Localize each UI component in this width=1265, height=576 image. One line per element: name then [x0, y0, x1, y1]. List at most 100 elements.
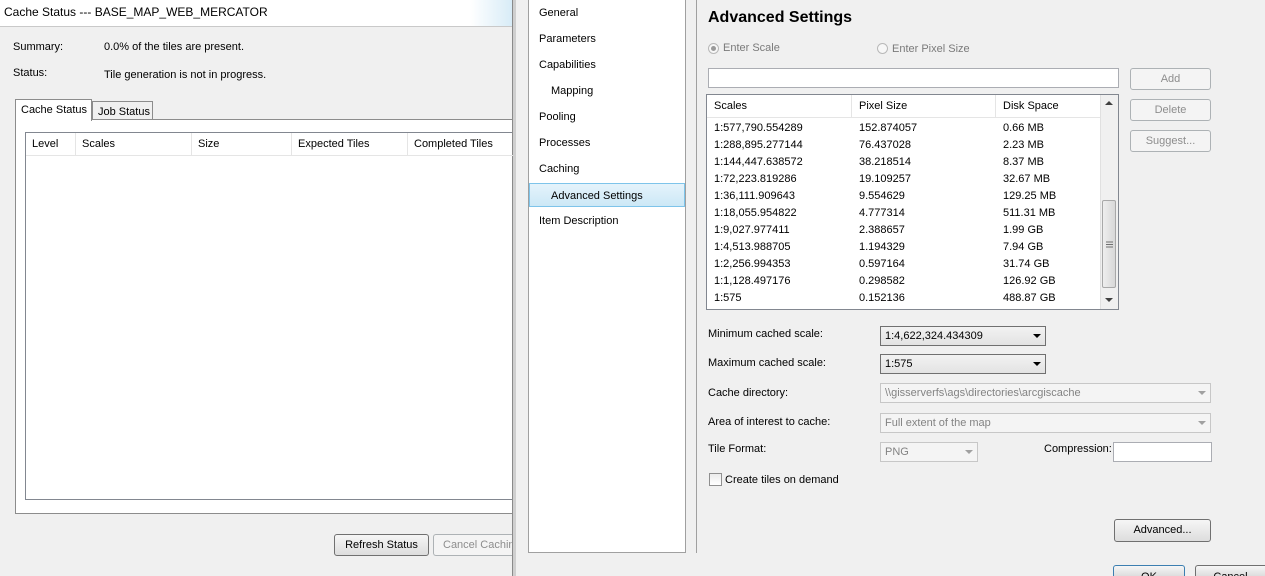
column-header-scales[interactable]: Scales — [76, 133, 192, 155]
titlebar-gradient — [470, 0, 512, 26]
disk-space-cell: 7.94 GB — [1003, 241, 1044, 253]
table-row[interactable]: 1:9,027.977411 2.388657 1.99 GB — [707, 222, 1100, 239]
cache-directory-label: Cache directory: — [708, 387, 789, 399]
pixel-size-cell: 2.388657 — [859, 224, 905, 236]
cache-status-window: Cache Status --- BASE_MAP_WEB_MERCATOR S… — [0, 0, 513, 576]
nav-item-pooling[interactable]: Pooling — [529, 105, 685, 129]
pixel-size-cell: 0.597164 — [859, 258, 905, 270]
max-scale-dropdown[interactable]: 1:575 — [880, 354, 1046, 374]
nav-item-parameters[interactable]: Parameters — [529, 27, 685, 51]
nav-item-item-description[interactable]: Item Description — [529, 209, 685, 233]
cancel-button[interactable]: Cancel — [1195, 565, 1265, 576]
table-row[interactable]: 1:2,256.994353 0.597164 31.74 GB — [707, 256, 1100, 273]
refresh-status-button[interactable]: Refresh Status — [334, 534, 429, 556]
status-label: Status: — [13, 67, 48, 79]
scrollbar-thumb[interactable] — [1102, 200, 1116, 288]
column-header-pixel-size[interactable]: Pixel Size — [852, 95, 996, 117]
table-row[interactable]: 1:36,111.909643 9.554629 129.25 MB — [707, 188, 1100, 205]
cache-directory-dropdown[interactable]: \\gisserverfs\ags\directories\arcgiscach… — [880, 383, 1211, 403]
table-row[interactable]: 1:1,128.497176 0.298582 126.92 GB — [707, 273, 1100, 290]
scale-cell: 1:2,256.994353 — [714, 258, 791, 270]
disk-space-cell: 511.31 MB — [1003, 207, 1056, 219]
enter-scale-label: Enter Scale — [723, 42, 780, 54]
cache-status-titlebar: Cache Status --- BASE_MAP_WEB_MERCATOR — [0, 0, 512, 27]
scale-cell: 1:144,447.638572 — [714, 156, 803, 168]
pixel-size-cell: 1.194329 — [859, 241, 905, 253]
suggest-scales-button[interactable]: Suggest... — [1130, 130, 1211, 152]
table-row[interactable]: 1:288,895.277144 76.437028 2.23 MB — [707, 137, 1100, 154]
tile-format-dropdown[interactable]: PNG — [880, 442, 978, 462]
table-header: Scales Pixel Size Disk Space — [707, 95, 1100, 118]
area-of-interest-dropdown[interactable]: Full extent of the map — [880, 413, 1211, 433]
pixel-size-cell: 38.218514 — [859, 156, 911, 168]
compression-label: Compression: — [1044, 443, 1112, 455]
scale-cell: 1:36,111.909643 — [714, 190, 795, 202]
table-row[interactable]: 1:4,513.988705 1.194329 7.94 GB — [707, 239, 1100, 256]
table-header: Level Scales Size Expected Tiles Complet… — [26, 133, 513, 156]
scale-cell: 1:18,055.954822 — [714, 207, 797, 219]
table-row[interactable]: 1:72,223.819286 19.109257 32.67 MB — [707, 171, 1100, 188]
delete-scale-button[interactable]: Delete — [1130, 99, 1211, 121]
scales-table[interactable]: Scales Pixel Size Disk Space 1:577,790.5… — [706, 94, 1119, 310]
disk-space-cell: 31.74 GB — [1003, 258, 1050, 270]
scale-cell: 1:1,128.497176 — [714, 275, 791, 287]
enter-pixel-size-label: Enter Pixel Size — [892, 43, 970, 55]
column-header-size[interactable]: Size — [192, 133, 292, 155]
nav-item-mapping[interactable]: Mapping — [529, 79, 685, 103]
cache-levels-table[interactable]: Level Scales Size Expected Tiles Complet… — [25, 132, 513, 500]
ok-button[interactable]: OK — [1113, 565, 1185, 576]
create-tiles-on-demand-label: Create tiles on demand — [725, 474, 839, 486]
enter-scale-radio[interactable] — [708, 43, 719, 54]
area-of-interest-value: Full extent of the map — [885, 417, 991, 429]
table-row[interactable]: 1:577,790.554289 152.874057 0.66 MB — [707, 120, 1100, 137]
nav-item-general[interactable]: General — [529, 1, 685, 25]
scale-cell: 1:9,027.977411 — [714, 224, 790, 236]
scales-scrollbar[interactable] — [1100, 95, 1118, 309]
page-title: Advanced Settings — [708, 9, 853, 26]
chevron-down-icon — [1033, 362, 1041, 366]
window-title: Cache Status --- BASE_MAP_WEB_MERCATOR — [4, 5, 268, 19]
add-scale-button[interactable]: Add — [1130, 68, 1211, 90]
nav-item-advanced-settings[interactable]: Advanced Settings — [529, 183, 685, 207]
enter-pixel-size-radio[interactable] — [877, 43, 888, 54]
table-row[interactable]: 1:575 0.152136 488.87 GB — [707, 290, 1100, 307]
properties-nav-panel: General Parameters Capabilities Mapping … — [528, 0, 686, 553]
scale-cell: 1:288,895.277144 — [714, 139, 803, 151]
advanced-button[interactable]: Advanced... — [1114, 519, 1211, 542]
disk-space-cell: 0.66 MB — [1003, 122, 1044, 134]
pixel-size-cell: 19.109257 — [859, 173, 911, 185]
max-scale-label: Maximum cached scale: — [708, 357, 826, 369]
scroll-down-icon[interactable] — [1105, 297, 1113, 303]
column-header-expected-tiles[interactable]: Expected Tiles — [292, 133, 408, 155]
chevron-down-icon — [1198, 391, 1206, 395]
summary-label: Summary: — [13, 41, 64, 53]
tile-format-label: Tile Format: — [708, 443, 767, 455]
scale-input[interactable] — [708, 68, 1119, 88]
nav-item-caching[interactable]: Caching — [529, 157, 685, 181]
chevron-down-icon — [1033, 334, 1041, 338]
table-row[interactable]: 1:144,447.638572 38.218514 8.37 MB — [707, 154, 1100, 171]
column-header-disk-space[interactable]: Disk Space — [996, 95, 1100, 117]
disk-space-cell: 32.67 MB — [1003, 173, 1051, 185]
column-header-level[interactable]: Level — [26, 133, 76, 155]
tab-job-status[interactable]: Job Status — [92, 101, 153, 121]
pixel-size-cell: 9.554629 — [859, 190, 905, 202]
scale-cell: 1:577,790.554289 — [714, 122, 803, 134]
tab-cache-status[interactable]: Cache Status — [15, 99, 92, 121]
status-value: Tile generation is not in progress. — [104, 69, 267, 81]
nav-item-processes[interactable]: Processes — [529, 131, 685, 155]
column-header-completed-tiles[interactable]: Completed Tiles — [408, 133, 513, 155]
column-header-scales[interactable]: Scales — [707, 95, 852, 117]
table-row[interactable]: 1:18,055.954822 4.777314 511.31 MB — [707, 205, 1100, 222]
min-scale-dropdown[interactable]: 1:4,622,324.434309 — [880, 326, 1046, 346]
create-tiles-on-demand-checkbox[interactable] — [709, 473, 722, 486]
area-of-interest-label: Area of interest to cache: — [708, 416, 831, 428]
tile-format-value: PNG — [885, 446, 909, 458]
pixel-size-cell: 0.152136 — [859, 292, 905, 304]
compression-input[interactable] — [1113, 442, 1212, 462]
disk-space-cell: 488.87 GB — [1003, 292, 1056, 304]
cancel-caching-button[interactable]: Cancel Caching — [433, 534, 512, 556]
pixel-size-cell: 152.874057 — [859, 122, 918, 134]
scroll-up-icon[interactable] — [1105, 100, 1113, 106]
nav-item-capabilities[interactable]: Capabilities — [529, 53, 685, 77]
